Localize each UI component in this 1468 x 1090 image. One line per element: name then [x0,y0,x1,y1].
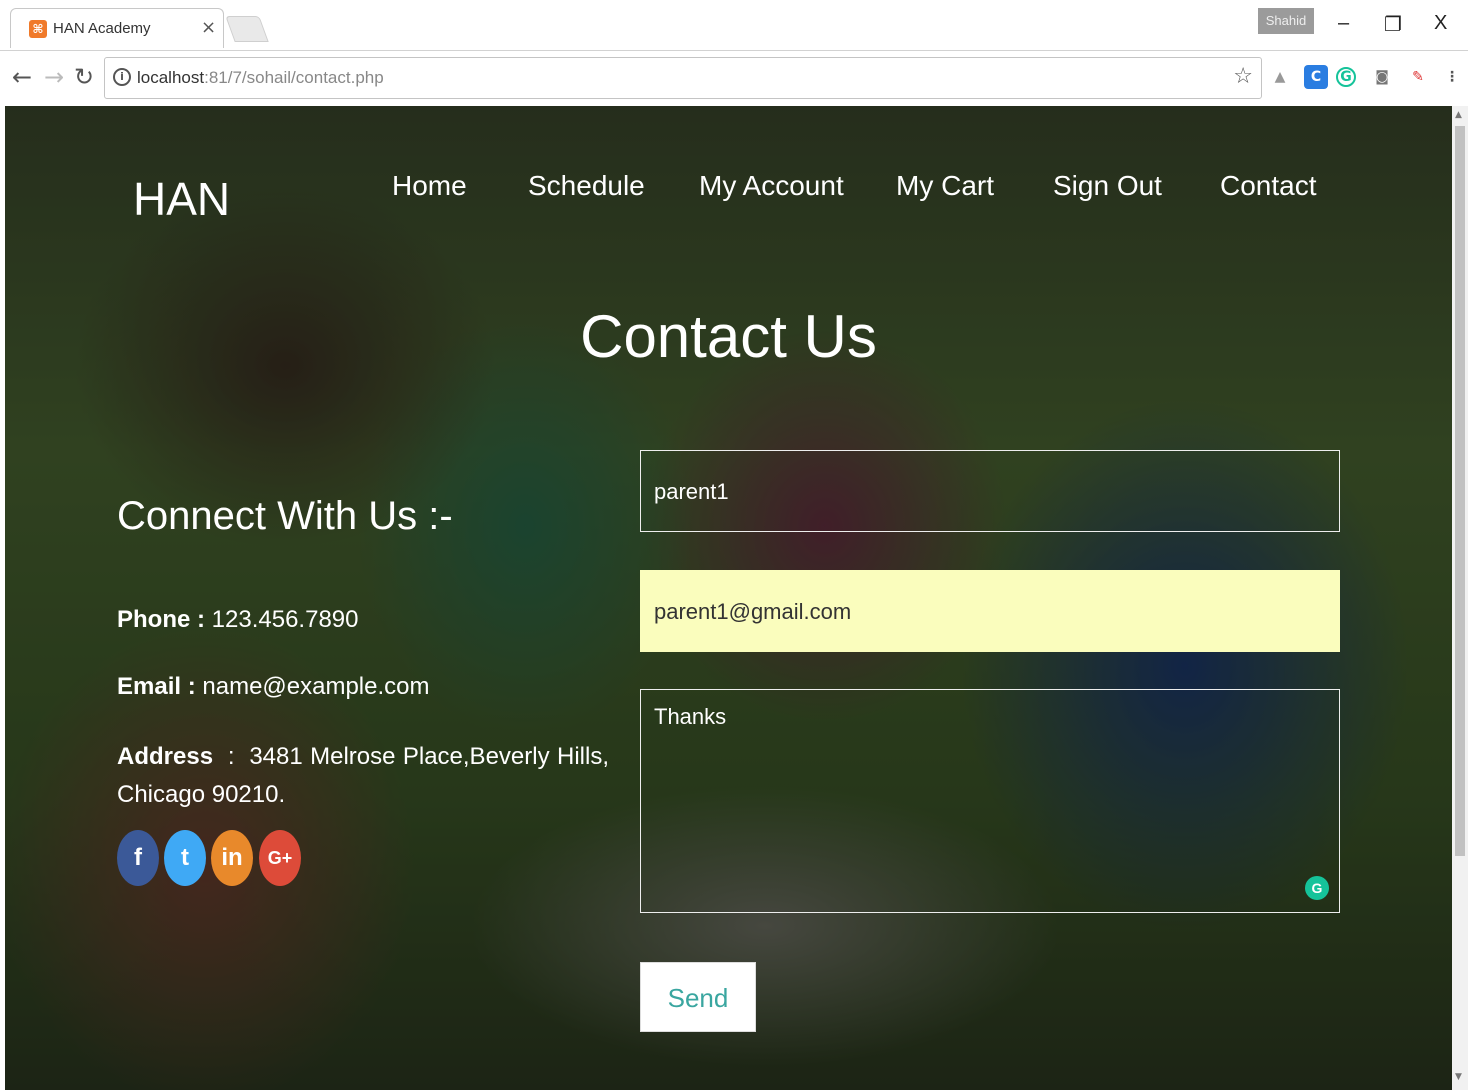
info-icon[interactable]: i [113,68,131,86]
url-text: localhost:81/7/sohail/contact.php [137,68,384,88]
twitter-icon[interactable]: t [164,830,206,886]
nav-my-cart[interactable]: My Cart [896,170,994,202]
send-button[interactable]: Send [640,962,756,1032]
address-line: Address : 3481 Melrose Place,Beverly Hil… [117,738,609,814]
menu-dots-icon[interactable]: ⋮ [1440,65,1464,89]
drive-extension-icon[interactable]: ▲ [1268,65,1292,89]
forward-arrow-icon[interactable]: → [44,63,64,91]
address-separator: : [227,743,235,770]
browser-toolbar: ← → ↻ i localhost:81/7/sohail/contact.ph… [0,50,1468,106]
minimize-button[interactable]: – [1338,12,1349,35]
grammarly-icon[interactable]: G [1305,876,1329,900]
nav-sign-out[interactable]: Sign Out [1053,170,1162,202]
tab-title: HAN Academy [53,20,151,37]
picker-extension-icon[interactable]: ✎ [1406,65,1430,89]
bookmark-star-icon[interactable]: ☆ [1233,64,1253,89]
scrollbar-thumb[interactable] [1455,126,1465,856]
email-line: Email : name@example.com [117,673,430,701]
c-extension-icon[interactable]: C [1304,65,1328,89]
browser-tab[interactable]: ⌘ HAN Academy × [10,8,224,48]
email-input-value: parent1@gmail.com [654,599,852,624]
restore-button[interactable]: ❐ [1384,12,1402,37]
nav-schedule[interactable]: Schedule [528,170,645,202]
connect-title: Connect With Us :- [117,494,453,538]
scroll-down-arrow-icon[interactable]: ▼ [1455,1072,1462,1082]
message-textarea[interactable]: Thanks G [640,689,1340,913]
page-title: Contact Us [580,303,877,370]
google-plus-icon[interactable]: G+ [259,830,301,886]
page-scrollbar[interactable]: ▲ ▼ [1452,106,1468,1090]
email-input[interactable]: parent1@gmail.com [640,570,1340,652]
browser-tabstrip: ⌘ HAN Academy × Shahid – ❐ X [0,0,1468,50]
phone-line: Phone : 123.456.7890 [117,606,358,634]
tab-close-icon[interactable]: × [201,17,216,38]
name-input[interactable]: parent1 [640,450,1340,532]
xampp-favicon-icon: ⌘ [29,20,47,38]
facebook-icon[interactable]: f [117,830,159,886]
back-arrow-icon[interactable]: ← [12,63,32,91]
scroll-up-arrow-icon[interactable]: ▲ [1455,110,1462,120]
profile-badge[interactable]: Shahid [1258,8,1314,34]
address-bar[interactable]: i localhost:81/7/sohail/contact.php ☆ [104,57,1262,99]
phone-label: Phone : [117,606,205,633]
phone-value: 123.456.7890 [211,606,359,633]
address-label: Address [117,743,214,770]
close-window-button[interactable]: X [1434,12,1447,35]
url-path: :81/7/sohail/contact.php [204,68,384,87]
message-textarea-value: Thanks [654,704,727,729]
new-tab-button[interactable] [225,16,269,42]
email-value: name@example.com [202,673,430,700]
nav-contact[interactable]: Contact [1220,170,1317,202]
nav-home[interactable]: Home [392,170,467,202]
nav-my-account[interactable]: My Account [699,170,844,202]
url-host: localhost [137,68,205,87]
camera-extension-icon[interactable]: ◙ [1370,65,1394,89]
name-input-value: parent1 [654,479,729,504]
linkedin-icon[interactable]: in [211,830,253,886]
reload-icon[interactable]: ↻ [74,63,94,91]
email-label: Email : [117,673,196,700]
site-brand[interactable]: HAN [133,172,230,226]
grammarly-extension-icon[interactable]: G [1336,67,1356,87]
contact-page: HAN Home Schedule My Account My Cart Sig… [5,106,1452,1090]
